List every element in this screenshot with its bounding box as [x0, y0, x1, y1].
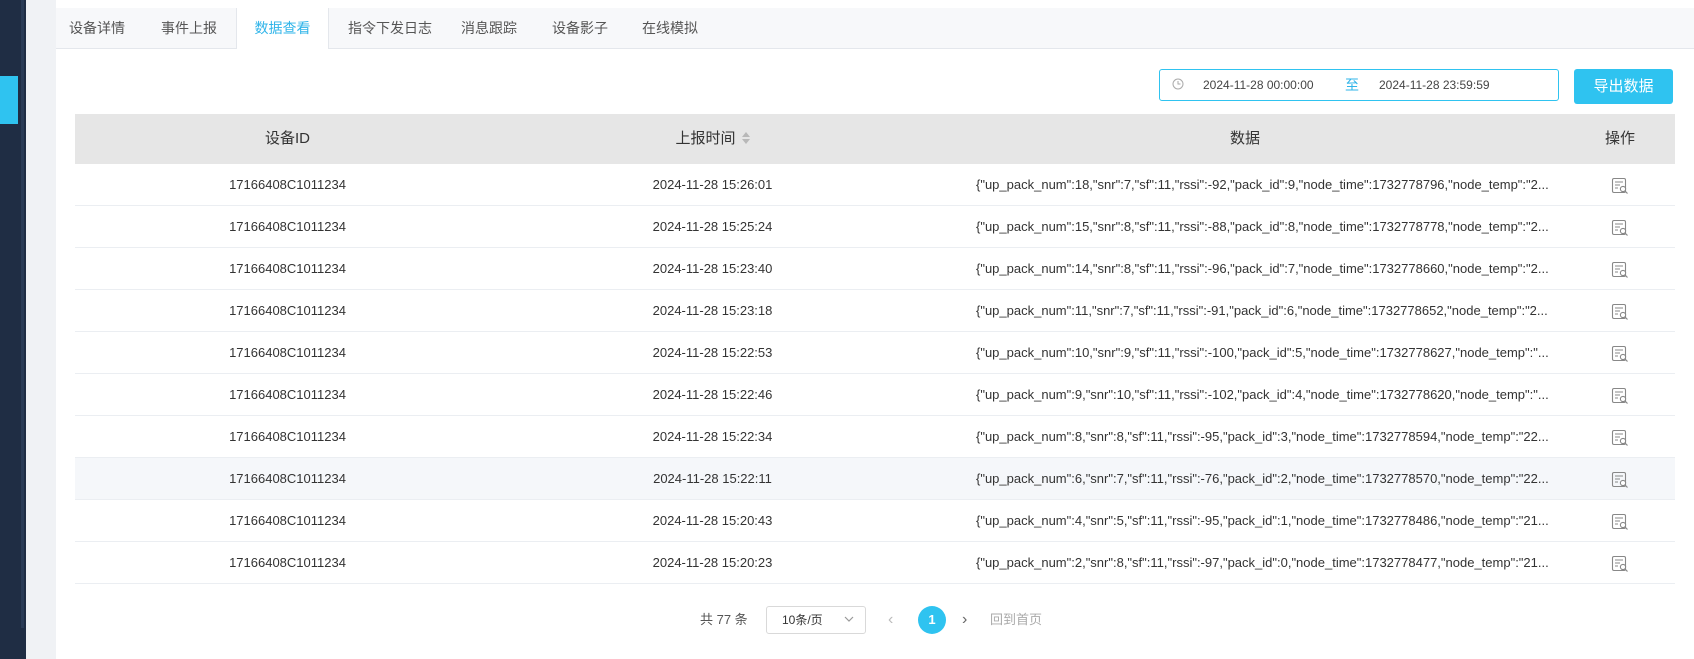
tab-command-log[interactable]: 指令下发日志 — [336, 8, 444, 48]
cell-data: {"up_pack_num":9,"snr":10,"sf":11,"rssi"… — [976, 387, 1549, 402]
cell-report-time: 2024-11-28 15:20:43 — [652, 513, 773, 528]
tab-bar: 设备详情 事件上报 数据查看 指令下发日志 消息跟踪 设备影子 在线模拟 — [56, 8, 1694, 49]
cell-report-time: 2024-11-28 15:23:40 — [652, 261, 773, 276]
cell-device-id: 17166408C1011234 — [229, 555, 346, 570]
cell-data: {"up_pack_num":8,"snr":8,"sf":11,"rssi":… — [976, 429, 1549, 444]
cell-device-id: 17166408C1011234 — [229, 219, 346, 234]
view-detail-icon[interactable] — [1611, 513, 1629, 531]
table-row[interactable]: 17166408C1011234 2024-11-28 15:22:11 {"up_… — [75, 458, 1675, 500]
tab-device-detail[interactable]: 设备详情 — [56, 8, 138, 48]
tab-device-shadow[interactable]: 设备影子 — [539, 8, 621, 48]
tab-online-simulation[interactable]: 在线模拟 — [629, 8, 711, 48]
header-report-time-label: 上报时间 — [675, 130, 736, 147]
table-body: 17166408C1011234 2024-11-28 15:26:01 {"up_… — [75, 164, 1675, 584]
table-header: 设备ID 上报时间 数据 操作 — [75, 114, 1675, 164]
cell-device-id: 17166408C1011234 — [229, 345, 346, 360]
header-device-id: 设备ID — [264, 130, 310, 147]
view-detail-icon[interactable] — [1611, 429, 1629, 447]
table-row[interactable]: 17166408C1011234 2024-11-28 15:22:53 {"up_… — [75, 332, 1675, 374]
table-row[interactable]: 17166408C1011234 2024-11-28 15:23:40 {"up_… — [75, 248, 1675, 290]
cell-data: {"up_pack_num":2,"snr":8,"sf":11,"rssi":… — [976, 555, 1549, 570]
cell-action — [1565, 542, 1675, 583]
table-row[interactable]: 17166408C1011234 2024-11-28 15:20:43 {"up_… — [75, 500, 1675, 542]
chevron-down-icon — [844, 616, 854, 622]
cell-device-id: 17166408C1011234 — [229, 429, 346, 444]
cell-action — [1565, 248, 1675, 289]
view-detail-icon[interactable] — [1611, 303, 1629, 321]
table-row[interactable]: 17166408C1011234 2024-11-28 15:25:24 {"up_… — [75, 206, 1675, 248]
cell-data: {"up_pack_num":10,"snr":9,"sf":11,"rssi"… — [976, 345, 1549, 360]
cell-action — [1565, 416, 1675, 457]
cell-device-id: 17166408C1011234 — [229, 303, 346, 318]
view-detail-icon[interactable] — [1611, 177, 1629, 195]
tab-data-view[interactable]: 数据查看 — [236, 8, 329, 49]
view-detail-icon[interactable] — [1611, 345, 1629, 363]
cell-data: {"up_pack_num":14,"snr":8,"sf":11,"rssi"… — [976, 261, 1549, 276]
sort-icon[interactable] — [741, 131, 750, 145]
cell-device-id: 17166408C1011234 — [229, 177, 346, 192]
header-data: 数据 — [1229, 130, 1260, 147]
prev-page-icon[interactable]: ‹ — [888, 606, 893, 634]
header-action: 操作 — [1604, 130, 1635, 147]
table-row[interactable]: 17166408C1011234 2024-11-28 15:26:01 {"up_… — [75, 164, 1675, 206]
export-data-button[interactable]: 导出数据 — [1574, 69, 1673, 104]
view-detail-icon[interactable] — [1611, 471, 1629, 489]
sidebar-scrollbar[interactable] — [21, 0, 24, 628]
cell-action — [1565, 500, 1675, 541]
cell-report-time: 2024-11-28 15:22:11 — [653, 471, 772, 486]
cell-report-time: 2024-11-28 15:22:34 — [652, 429, 773, 444]
cell-action — [1565, 332, 1675, 373]
total-count: 共 77 条 — [700, 612, 748, 627]
view-detail-icon[interactable] — [1611, 555, 1629, 573]
header-report-time[interactable]: 上报时间 — [500, 114, 925, 164]
back-to-first-page-link[interactable]: 回到首页 — [990, 606, 1042, 634]
table-row[interactable]: 17166408C1011234 2024-11-28 15:20:23 {"up_… — [75, 542, 1675, 584]
view-detail-icon[interactable] — [1611, 219, 1629, 237]
cell-action — [1565, 206, 1675, 247]
table-row[interactable]: 17166408C1011234 2024-11-28 15:22:34 {"up_… — [75, 416, 1675, 458]
cell-report-time: 2024-11-28 15:25:24 — [652, 219, 773, 234]
sidebar-active-indicator — [0, 76, 18, 124]
next-page-icon[interactable]: › — [962, 606, 967, 634]
page-size-value: 10条/页 — [782, 613, 823, 627]
left-sidebar — [0, 0, 26, 659]
cell-report-time: 2024-11-28 15:22:46 — [652, 387, 773, 402]
page-number-current[interactable]: 1 — [918, 606, 946, 634]
cell-device-id: 17166408C1011234 — [229, 387, 346, 402]
cell-device-id: 17166408C1011234 — [229, 471, 346, 486]
table-row[interactable]: 17166408C1011234 2024-11-28 15:23:18 {"up_… — [75, 290, 1675, 332]
cell-data: {"up_pack_num":18,"snr":7,"sf":11,"rssi"… — [976, 177, 1549, 192]
cell-report-time: 2024-11-28 15:22:53 — [652, 345, 773, 360]
cell-report-time: 2024-11-28 15:26:01 — [652, 177, 773, 192]
tab-message-trace[interactable]: 消息跟踪 — [448, 8, 530, 48]
cell-data: {"up_pack_num":4,"snr":5,"sf":11,"rssi":… — [976, 513, 1549, 528]
main-panel: 设备详情 事件上报 数据查看 指令下发日志 消息跟踪 设备影子 在线模拟 202… — [56, 0, 1694, 659]
table-row[interactable]: 17166408C1011234 2024-11-28 15:22:46 {"up_… — [75, 374, 1675, 416]
tab-event-report[interactable]: 事件上报 — [148, 8, 230, 48]
cell-action — [1565, 290, 1675, 331]
cell-action — [1565, 458, 1675, 499]
date-start-input[interactable]: 2024-11-28 00:00:00 — [1203, 70, 1314, 100]
view-detail-icon[interactable] — [1611, 387, 1629, 405]
cell-action — [1565, 164, 1675, 205]
cell-data: {"up_pack_num":11,"snr":7,"sf":11,"rssi"… — [976, 303, 1548, 318]
date-range-picker[interactable]: 2024-11-28 00:00:00 至 2024-11-28 23:59:5… — [1159, 69, 1559, 101]
view-detail-icon[interactable] — [1611, 261, 1629, 279]
cell-report-time: 2024-11-28 15:20:23 — [652, 555, 773, 570]
data-table: 设备ID 上报时间 数据 操作 17166408C1011234 2024-11-… — [75, 114, 1675, 584]
clock-icon — [1172, 78, 1184, 90]
cell-data: {"up_pack_num":6,"snr":7,"sf":11,"rssi":… — [976, 471, 1549, 486]
cell-report-time: 2024-11-28 15:23:18 — [652, 303, 773, 318]
cell-device-id: 17166408C1011234 — [229, 261, 346, 276]
page-size-select[interactable]: 10条/页 — [766, 606, 866, 634]
date-range-separator: 至 — [1345, 77, 1359, 93]
date-end-input[interactable]: 2024-11-28 23:59:59 — [1379, 70, 1490, 100]
cell-device-id: 17166408C1011234 — [229, 513, 346, 528]
pagination: 共 77 条 10条/页 ‹ 1 › 回到首页 — [56, 606, 1694, 634]
cell-data: {"up_pack_num":15,"snr":8,"sf":11,"rssi"… — [976, 219, 1549, 234]
cell-action — [1565, 374, 1675, 415]
